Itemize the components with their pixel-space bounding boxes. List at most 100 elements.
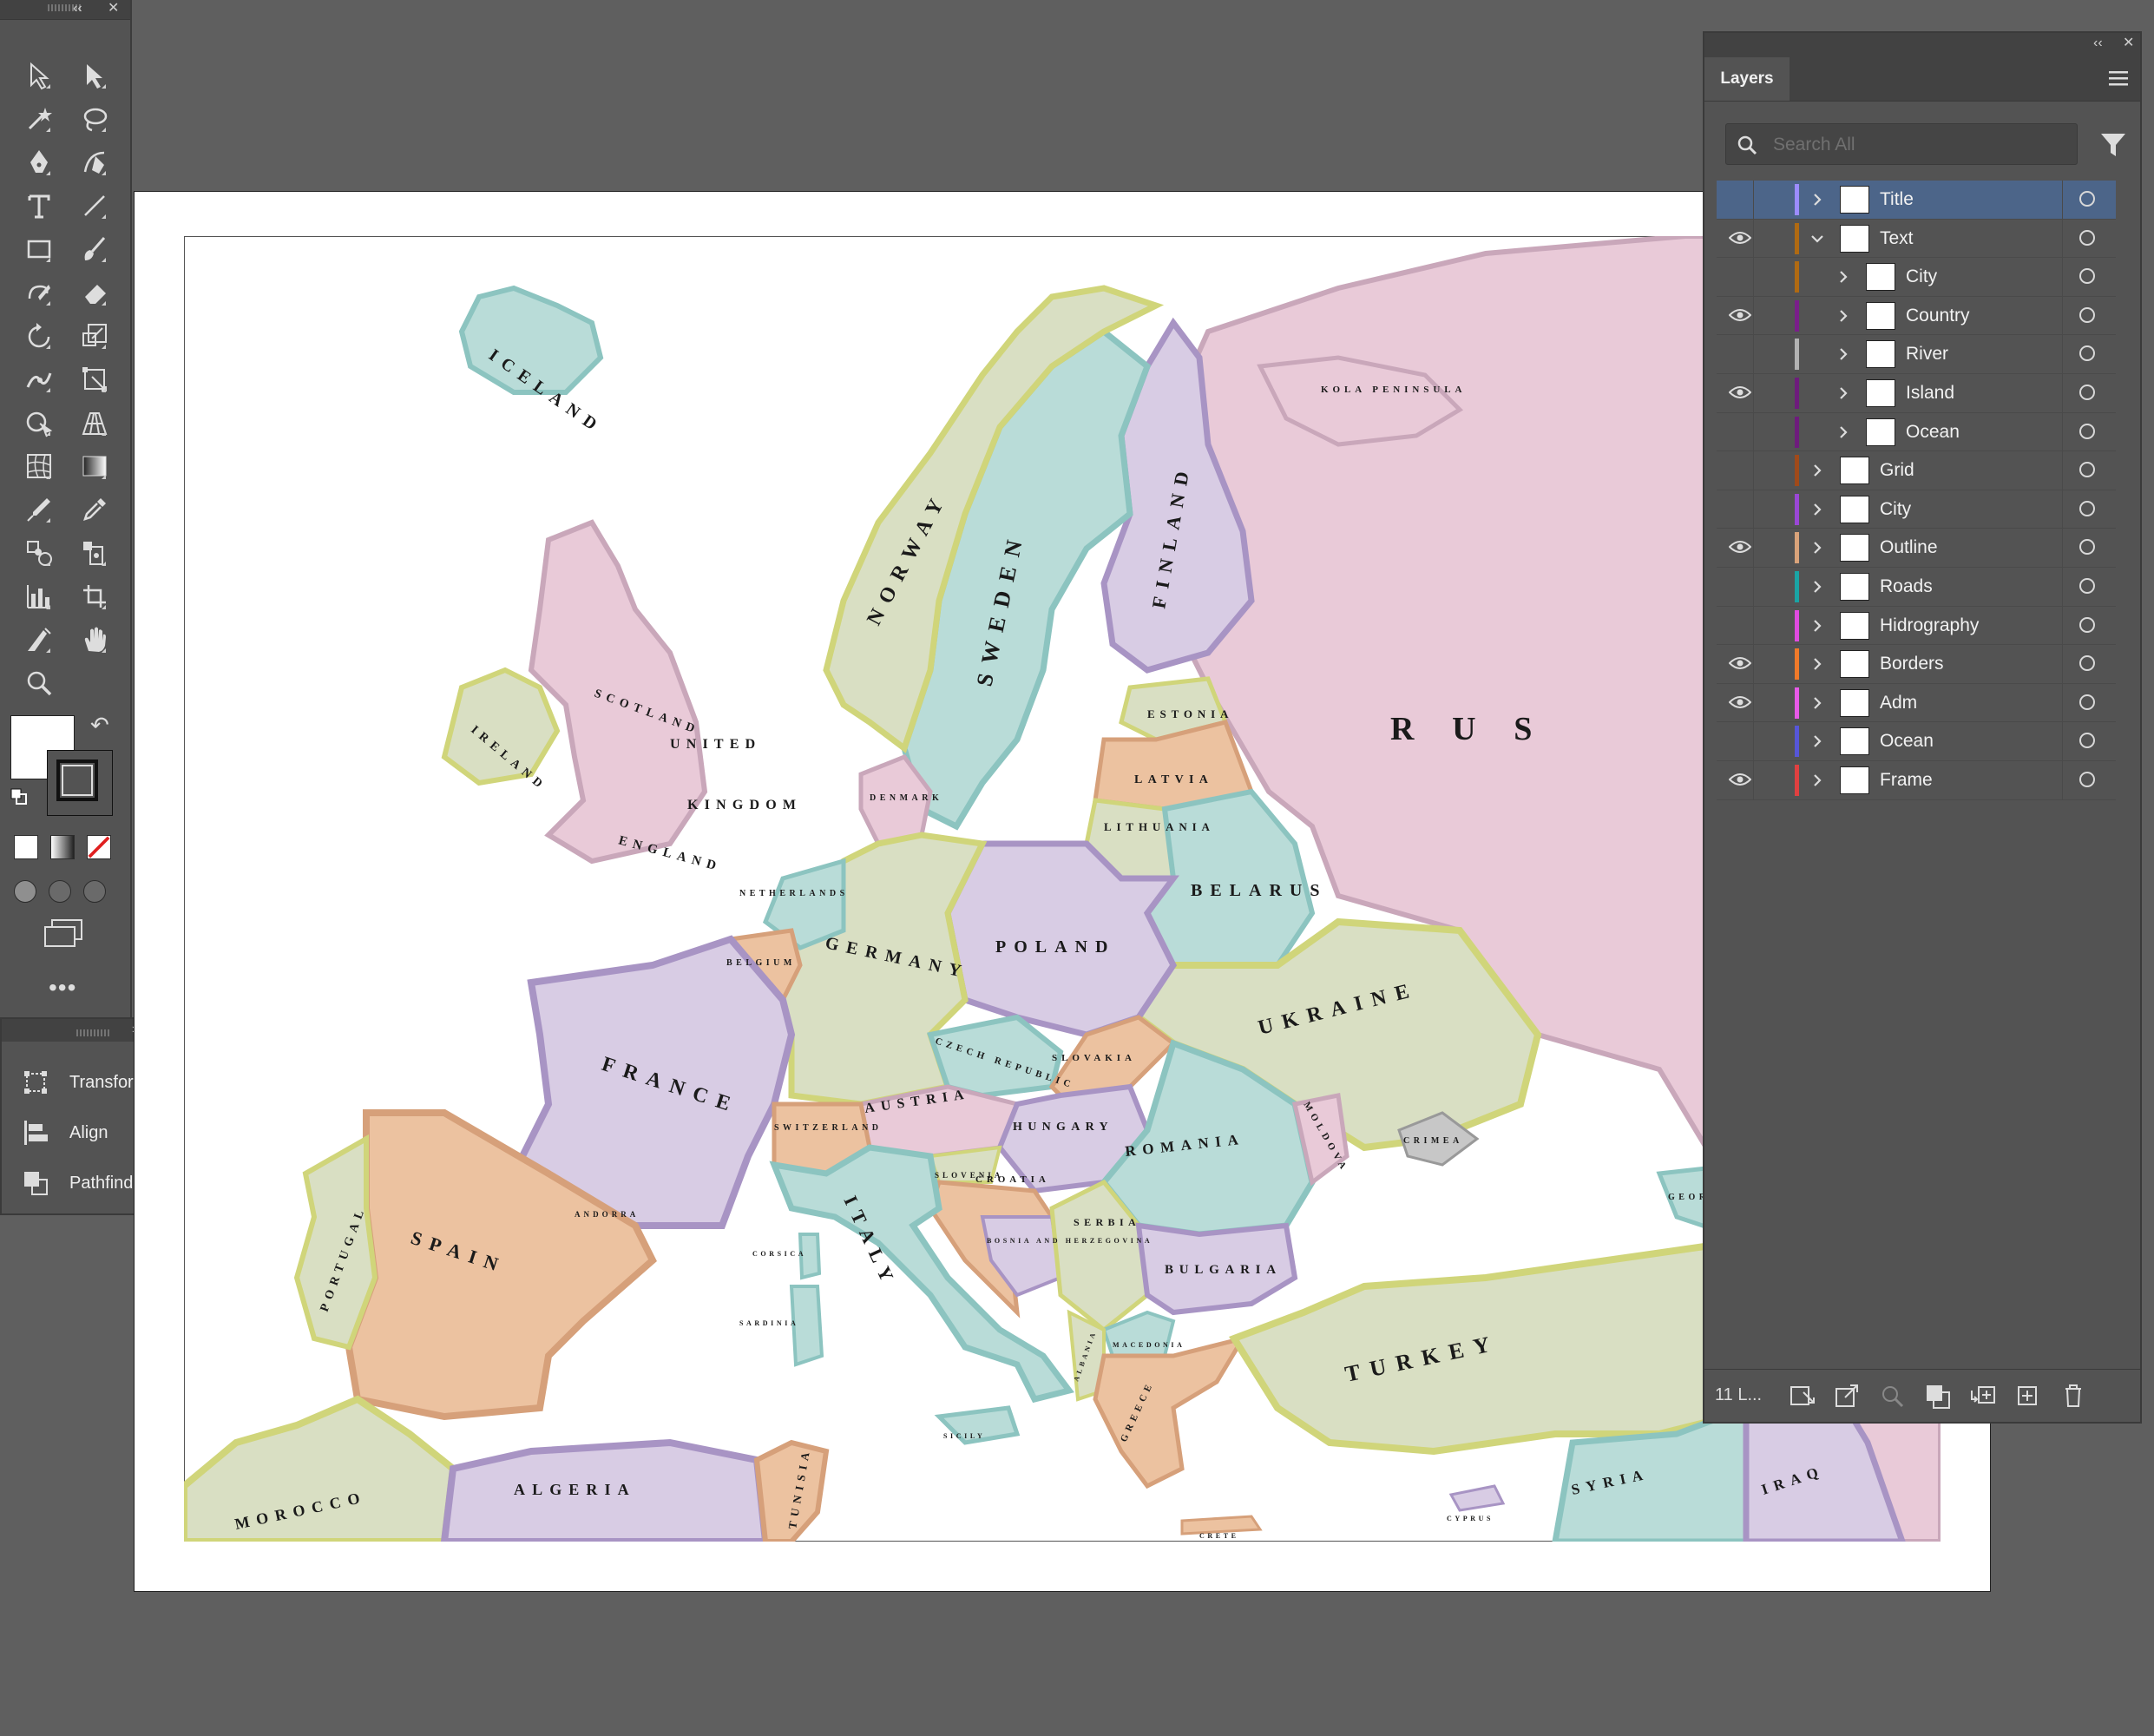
europe-map[interactable]: ICELAND NORWAY SWEDEN FINLAND KOLA PENIN… [184,236,1941,1542]
target-circle-icon[interactable] [2079,229,2095,246]
eyedropper-tool-button[interactable] [73,488,116,531]
hidden-eye-slot[interactable] [1729,424,1751,439]
default-fill-stroke-icon[interactable] [10,788,28,806]
lock-slot[interactable] [1760,607,1786,645]
chevron-right-icon[interactable] [1809,733,1826,750]
hidden-eye-slot[interactable] [1729,462,1751,477]
layer-name[interactable]: Roads [1880,576,1933,597]
magic-wand-tool-button[interactable] [17,97,61,141]
layer-name[interactable]: Text [1880,228,1914,249]
line-segment-tool-button[interactable] [73,184,116,227]
layer-name[interactable]: Island [1906,383,1954,404]
layers-panel-header[interactable]: ‹‹ ✕ [1704,33,2140,57]
target-circle-icon[interactable] [2079,306,2095,323]
column-graph-tool-button[interactable] [17,575,61,618]
layer-name[interactable]: Country [1906,306,1970,326]
eye-icon[interactable] [1728,230,1752,246]
chevron-right-icon[interactable] [1835,424,1852,441]
new-layer-icon[interactable] [2013,1382,2043,1410]
rectangle-tool-button[interactable] [17,227,61,271]
lock-slot[interactable] [1760,413,1786,451]
hidden-eye-slot[interactable] [1729,345,1751,361]
chevron-right-icon[interactable] [1809,191,1826,208]
chevron-right-icon[interactable] [1809,501,1826,518]
layer-row[interactable]: Text [1717,219,2116,259]
screen-mode-icon[interactable] [43,918,85,948]
draw-inside-button[interactable] [83,880,106,903]
perspective-grid-tool-button[interactable] [73,401,116,444]
lock-slot[interactable] [1760,645,1786,683]
lock-slot[interactable] [1760,181,1786,219]
layer-name[interactable]: Borders [1880,654,1944,674]
target-circle-icon[interactable] [2079,500,2095,516]
shaper-tool-button[interactable] [17,271,61,314]
align-panel-button[interactable]: Align [21,1118,108,1147]
rotate-tool-button[interactable] [17,314,61,358]
eyedropper-measure-button[interactable] [17,488,61,531]
layer-row[interactable]: Roads [1717,567,2116,607]
lock-slot[interactable] [1760,722,1786,760]
lock-slot[interactable] [1760,374,1786,412]
collapse-panel-icon[interactable]: ‹‹ [2093,35,2103,52]
layer-name[interactable]: Hidrography [1880,615,1979,636]
layer-name[interactable]: Adm [1880,693,1917,713]
layer-row[interactable]: Country [1717,296,2116,336]
locate-object-icon[interactable] [1878,1382,1908,1410]
layer-row[interactable]: Outline [1717,529,2116,568]
chevron-right-icon[interactable] [1809,655,1826,673]
curvature-tool-button[interactable] [73,141,116,184]
hidden-eye-slot[interactable] [1729,733,1751,748]
crete-shape[interactable] [1180,1515,1263,1535]
pathfinder-panel-button[interactable]: Pathfinder [21,1168,148,1198]
chevron-right-icon[interactable] [1809,539,1826,556]
collapse-panel-icon[interactable]: ‹‹ [73,0,82,17]
layer-name[interactable]: Title [1880,189,1914,210]
eye-icon[interactable] [1728,655,1752,671]
layer-row[interactable]: City [1717,258,2116,297]
lock-slot[interactable] [1760,684,1786,722]
layer-row[interactable]: Frame [1717,760,2116,800]
hand-tool-button[interactable] [73,618,116,661]
lock-slot[interactable] [1760,451,1786,490]
chevron-right-icon[interactable] [1809,578,1826,595]
target-circle-icon[interactable] [2079,771,2095,787]
layer-name[interactable]: Grid [1880,460,1914,481]
blend-tool-button[interactable] [17,531,61,575]
chevron-right-icon[interactable] [1809,462,1826,479]
target-circle-icon[interactable] [2079,384,2095,400]
pen-tool-button[interactable] [17,141,61,184]
target-circle-icon[interactable] [2079,616,2095,633]
layer-row[interactable]: Title [1717,181,2116,220]
filter-icon[interactable] [2098,130,2128,160]
target-circle-icon[interactable] [2079,655,2095,672]
layer-row[interactable]: Hidrography [1717,606,2116,646]
lock-slot[interactable] [1760,490,1786,529]
eye-icon[interactable] [1728,772,1752,787]
clipping-mask-icon[interactable] [1923,1382,1953,1410]
zoom-tool-button[interactable] [17,661,61,705]
chevron-right-icon[interactable] [1835,345,1852,363]
layer-row[interactable]: Borders [1717,645,2116,684]
chevron-right-icon[interactable] [1809,617,1826,635]
slice-tool-button[interactable] [17,618,61,661]
new-sublayer-icon[interactable] [1968,1382,1998,1410]
layer-row[interactable]: Ocean [1717,722,2116,761]
layer-name[interactable]: Ocean [1906,422,1960,443]
swap-fill-stroke-icon[interactable]: ↶ [90,712,109,739]
eye-icon[interactable] [1728,307,1752,323]
eye-icon[interactable] [1728,694,1752,710]
layer-row[interactable]: Ocean [1717,412,2116,452]
close-panel-icon[interactable]: ✕ [2123,35,2134,52]
shape-builder-tool-button[interactable] [17,401,61,444]
eraser-tool-button[interactable] [73,271,116,314]
target-circle-icon[interactable] [2079,733,2095,749]
target-circle-icon[interactable] [2079,539,2095,556]
target-circle-icon[interactable] [2079,345,2095,362]
chevron-down-icon[interactable] [1809,230,1826,247]
panel-menu-icon[interactable] [2109,69,2128,87]
selection-tool-button[interactable] [17,54,61,97]
chevron-right-icon[interactable] [1809,694,1826,712]
eye-icon[interactable] [1728,539,1752,555]
layer-row[interactable]: Island [1717,373,2116,413]
tab-layers[interactable]: Layers [1704,57,1790,101]
